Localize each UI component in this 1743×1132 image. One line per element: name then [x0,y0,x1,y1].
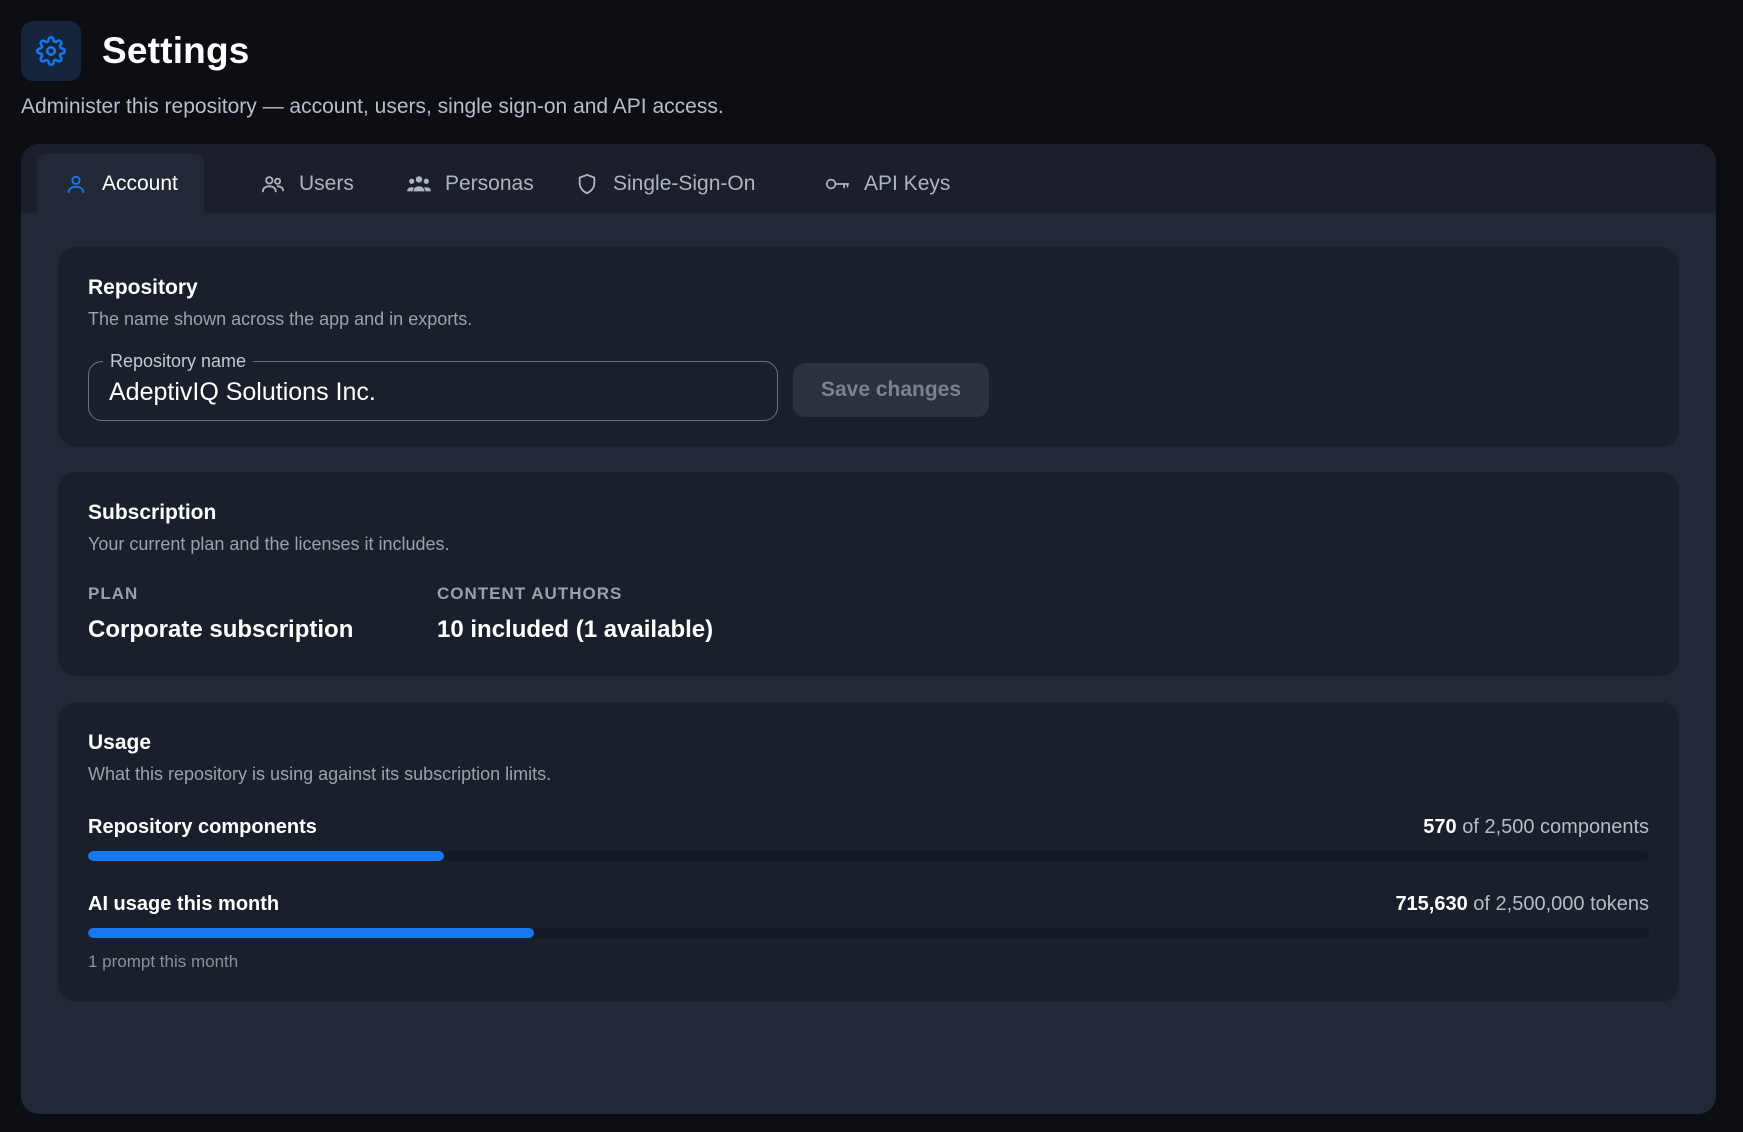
subscription-card: Subscription Your current plan and the l… [58,472,1679,676]
tab-bar: Account Users Personas Single-Sign-On AP… [21,144,1716,213]
card-description: Your current plan and the licenses it in… [88,534,450,554]
card-title: Usage [88,731,152,754]
card-description: The name shown across the app and in exp… [88,309,473,329]
group-icon [406,171,432,197]
usage-note: 1 prompt this month [88,952,239,971]
tab-account[interactable]: Account [37,154,204,213]
repository-name-input[interactable] [109,376,759,408]
card-title: Repository [88,276,198,299]
usage-limit: of 2,500 components [1462,816,1649,838]
page-subtitle: Administer this repository — account, us… [21,95,724,118]
progress-track [88,928,1649,938]
field-label: Repository name [103,351,254,372]
usage-limit: of 2,500,000 tokens [1473,893,1649,915]
tab-label: Account [102,171,178,195]
progress-fill [88,851,444,861]
repository-name-field: Repository name [88,351,778,421]
tab-label: Single-Sign-On [613,171,756,195]
tab-single-sign-on[interactable]: Single-Sign-On [548,154,781,213]
repository-card: Repository The name shown across the app… [58,247,1679,447]
tab-personas[interactable]: Personas [380,154,560,213]
plan-label: PLAN [88,584,139,603]
usage-used: 715,630 [1395,893,1468,915]
card-title: Subscription [88,501,217,524]
settings-page: Settings Administer this repository — ac… [0,0,1743,1132]
content-authors-label: CONTENT AUTHORS [437,584,623,603]
usage-item-count: 570 of 2,500 components [1423,816,1649,839]
usage-item-label: AI usage this month [88,893,280,915]
usage-item-count: 715,630 of 2,500,000 tokens [1395,893,1649,916]
tab-label: Users [299,171,354,195]
card-description: What this repository is using against it… [88,764,552,784]
gear-icon [21,21,81,81]
users-icon [260,171,286,197]
tab-label: Personas [445,171,534,195]
key-icon [825,171,851,197]
progress-fill [88,928,535,938]
user-icon [63,171,89,197]
progress-track [88,851,1649,861]
tab-api-keys[interactable]: API Keys [799,154,976,213]
plan-value: Corporate subscription [88,616,354,643]
settings-panel: Account Users Personas Single-Sign-On AP… [21,144,1716,1114]
page-title: Settings [102,30,250,71]
usage-card: Usage What this repository is using agai… [58,702,1679,1002]
content-authors-value: 10 included (1 available) [437,616,714,643]
tab-users[interactable]: Users [234,154,380,213]
save-changes-button[interactable]: Save changes [793,363,989,417]
page-header: Settings [21,21,250,81]
usage-item-label: Repository components [88,816,317,838]
usage-used: 570 [1423,816,1457,838]
tab-label: API Keys [864,171,951,195]
shield-icon [574,171,600,197]
